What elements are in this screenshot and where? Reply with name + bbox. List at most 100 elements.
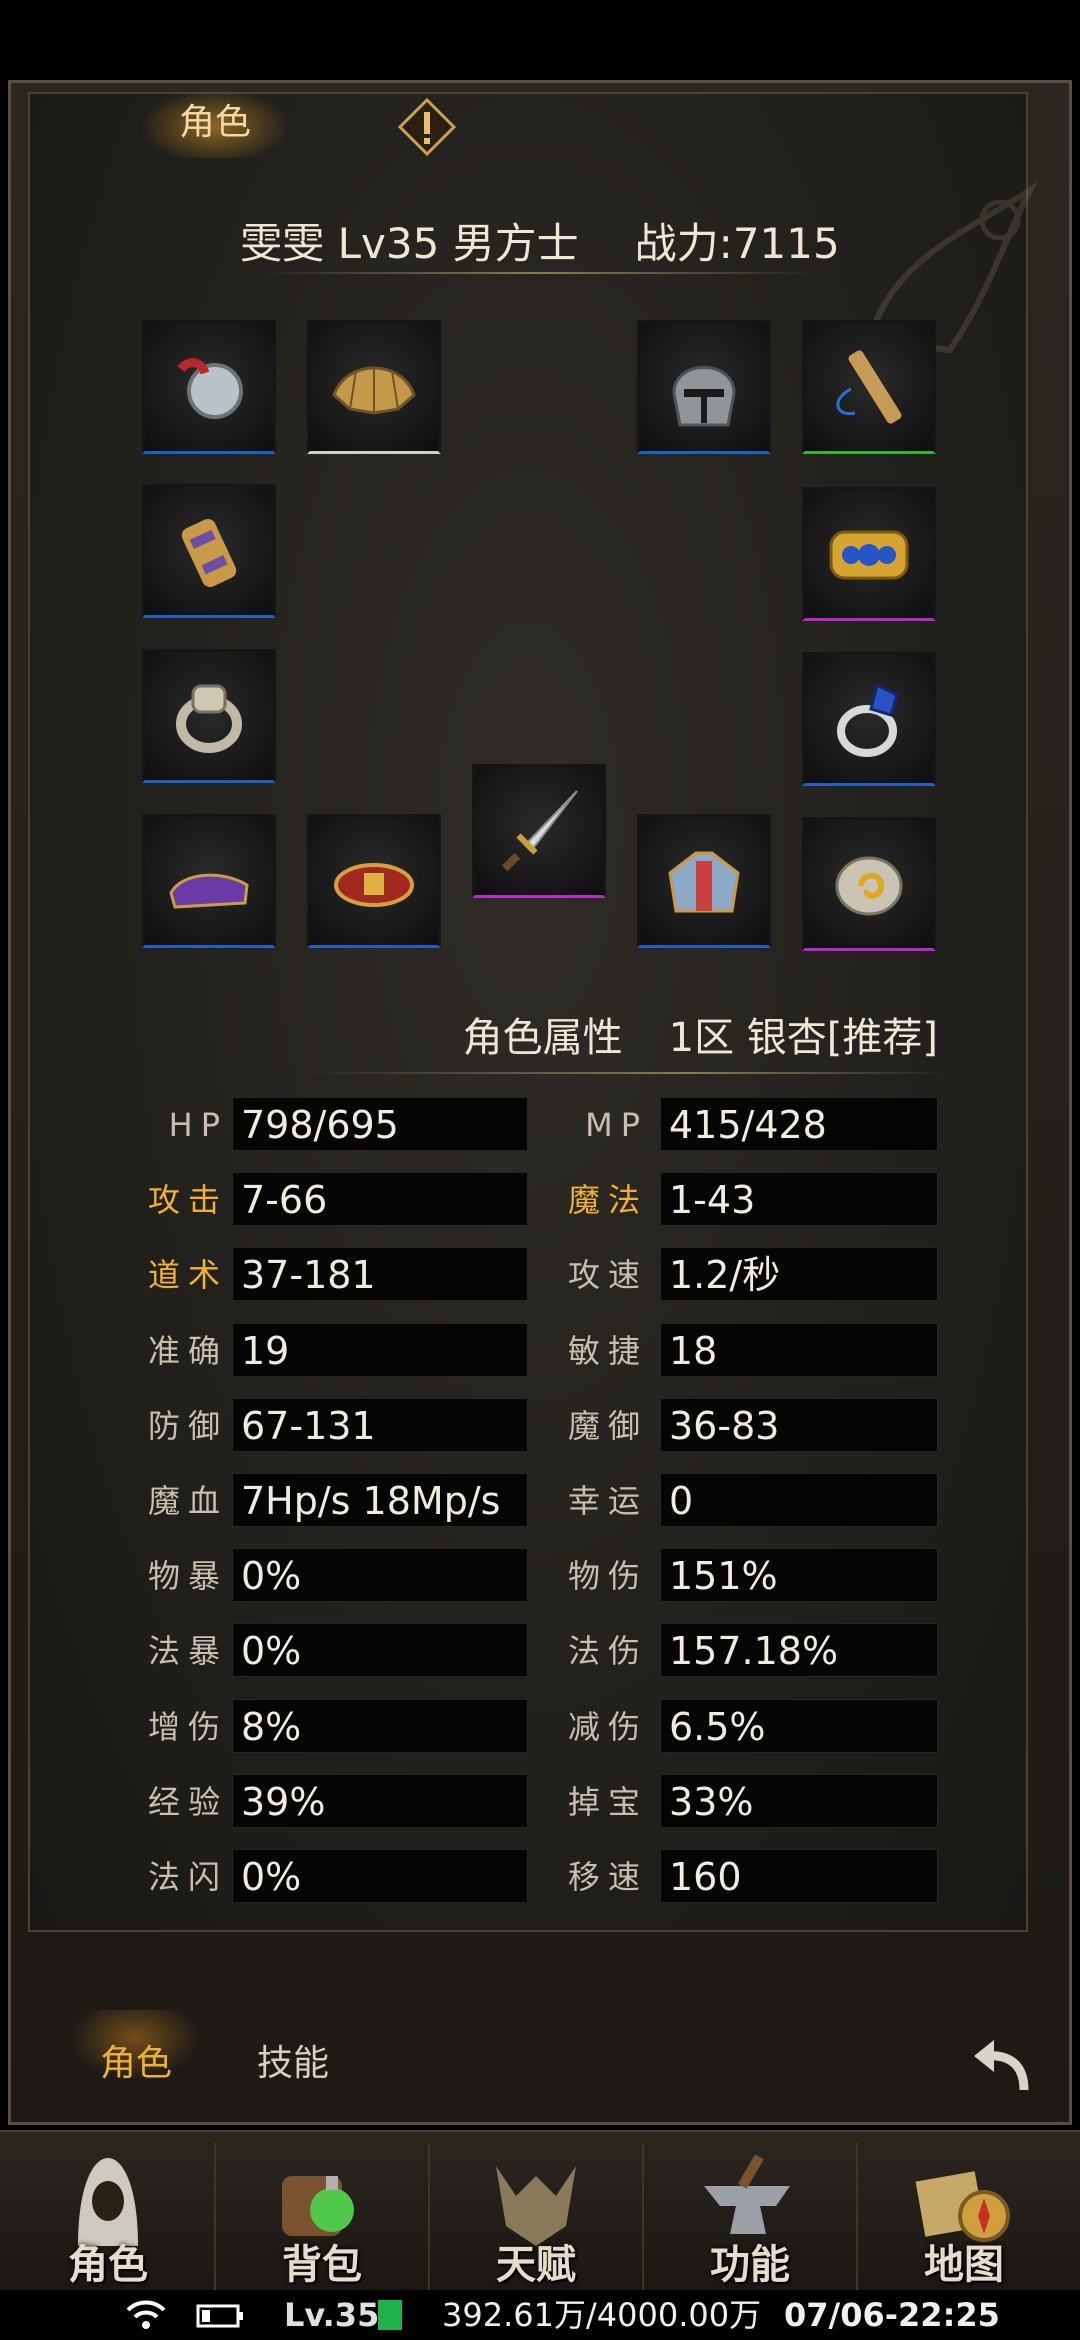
attribute-label: MP [585, 1106, 648, 1144]
attribute-value: 0% [232, 1849, 528, 1903]
player-level: Lv.35 [284, 2296, 380, 2334]
attribute-value: 67-131 [232, 1398, 528, 1452]
attribute-value: 0 [660, 1473, 938, 1527]
attribute-label: 掉宝 [568, 1783, 649, 1821]
exp-indicator [378, 2300, 402, 2330]
attribute-label: 法伤 [568, 1632, 649, 1670]
ring-right-slot[interactable] [802, 652, 936, 786]
attribute-label: 幸运 [568, 1482, 649, 1520]
boots-icon [169, 873, 249, 909]
attribute-label: 防御 [148, 1407, 229, 1445]
combat-power: 战力:7115 [634, 219, 840, 268]
nav-character[interactable]: 角色 [3, 2132, 213, 2302]
boots-slot[interactable] [142, 814, 276, 948]
attribute-value: 0% [232, 1548, 528, 1602]
attribute-label: 魔御 [568, 1407, 649, 1445]
attribute-value: 36-83 [660, 1398, 938, 1452]
tab-character-bottom[interactable]: 角色 [100, 2028, 172, 2100]
attribute-value: 157.18% [660, 1623, 938, 1677]
divider [642, 2142, 644, 2292]
attribute-value: 160 [660, 1849, 938, 1903]
attribute-value: 1.2/秒 [660, 1247, 938, 1301]
date-time: 07/06-22:25 [784, 2296, 1000, 2334]
armor-slot[interactable] [637, 814, 771, 948]
warning-icon[interactable] [398, 98, 456, 156]
ring-left-slot[interactable] [142, 649, 276, 783]
attribute-value: 415/428 [660, 1097, 938, 1151]
server-name: 1区 银杏[推荐] [668, 1015, 938, 1061]
attribute-label: 物暴 [148, 1557, 229, 1595]
attribute-label: 法暴 [148, 1632, 229, 1670]
nav-label: 地图 [924, 2242, 1004, 2288]
tab-character[interactable]: 角色 [140, 88, 290, 158]
attribute-value: 39% [232, 1774, 528, 1828]
nav-talent[interactable]: 天赋 [431, 2132, 641, 2302]
tab-skills[interactable]: 技能 [257, 2028, 329, 2100]
nav-bag[interactable]: 背包 [217, 2132, 427, 2302]
attribute-value: 19 [232, 1323, 528, 1377]
status-bar [0, 0, 1080, 74]
attribute-value: 798/695 [232, 1097, 528, 1151]
sword-icon [501, 790, 578, 872]
armor-icon [668, 851, 740, 913]
attribute-label: 魔法 [568, 1181, 649, 1219]
helmet-slot[interactable] [637, 320, 771, 454]
charm-slot[interactable] [802, 320, 936, 454]
attribute-label: 道术 [148, 1256, 229, 1294]
attribute-label: 法闪 [148, 1858, 229, 1896]
attribute-label: 减伤 [568, 1708, 649, 1746]
attribute-label: 准确 [148, 1332, 229, 1370]
nav-label: 背包 [282, 2242, 362, 2288]
belt-slot[interactable] [307, 814, 441, 948]
nav-label: 天赋 [496, 2242, 576, 2288]
attribute-value: 8% [232, 1699, 528, 1753]
flute-icon [836, 350, 902, 424]
divider [260, 272, 820, 274]
attribute-value: 7Hp/s 18Mp/s [232, 1473, 528, 1527]
divider [428, 2142, 430, 2292]
attribute-value: 18 [660, 1323, 938, 1377]
bracer-left-slot[interactable] [142, 484, 276, 618]
divider [856, 2142, 858, 2292]
attribute-label: 增伤 [148, 1708, 229, 1746]
gem-ring-icon [837, 682, 899, 757]
attribute-label: 魔血 [148, 1482, 229, 1520]
nav-label: 功能 [710, 2242, 790, 2288]
divider [300, 1072, 950, 1074]
fan-icon [332, 366, 416, 415]
attribute-label: 物伤 [568, 1557, 649, 1595]
main-nav-bar: 角色 背包 天赋 功能 地图 [0, 2130, 1080, 2302]
attributes-header: 角色属性 1区 银杏[推荐] [463, 1005, 938, 1063]
experience-progress: 392.61万/4000.00万 [442, 2296, 762, 2334]
back-arrow-icon[interactable] [966, 2032, 1036, 2102]
attribute-label: 经验 [148, 1783, 229, 1821]
talisman-slot[interactable] [802, 817, 936, 951]
attribute-label: HP [168, 1106, 228, 1144]
shoulder-slot[interactable] [307, 320, 441, 454]
attribute-value: 37-181 [232, 1247, 528, 1301]
helmet-icon [672, 366, 736, 427]
attribute-value: 6.5% [660, 1699, 938, 1753]
talisman-icon [835, 856, 903, 916]
attribute-label: 攻击 [148, 1181, 229, 1219]
nav-label: 角色 [68, 2242, 148, 2288]
ring-icon [176, 684, 242, 753]
attribute-label: 攻速 [568, 1256, 649, 1294]
character-name-level: 雯雯 Lv35 男方士 [240, 219, 579, 268]
weapon-slot[interactable] [472, 764, 606, 898]
battery-icon [196, 2304, 243, 2328]
wifi-icon [126, 2300, 166, 2329]
belt-icon [334, 863, 414, 907]
attribute-value: 1-43 [660, 1172, 938, 1226]
attribute-label: 敏捷 [568, 1332, 649, 1370]
info-bar: Lv.35 392.61万/4000.00万 07/06-22:25 [0, 2290, 1080, 2340]
bottom-tab-bar: 角色 技能 [0, 2028, 1080, 2108]
medal-icon [177, 358, 243, 419]
attribute-value: 7-66 [232, 1172, 528, 1226]
bracer-right-slot[interactable] [802, 487, 936, 621]
attribute-value: 151% [660, 1548, 938, 1602]
nav-function[interactable]: 功能 [645, 2132, 855, 2302]
amulet-slot[interactable] [142, 320, 276, 454]
nav-map[interactable]: 地图 [859, 2132, 1069, 2302]
bracelet-icon [829, 530, 909, 580]
